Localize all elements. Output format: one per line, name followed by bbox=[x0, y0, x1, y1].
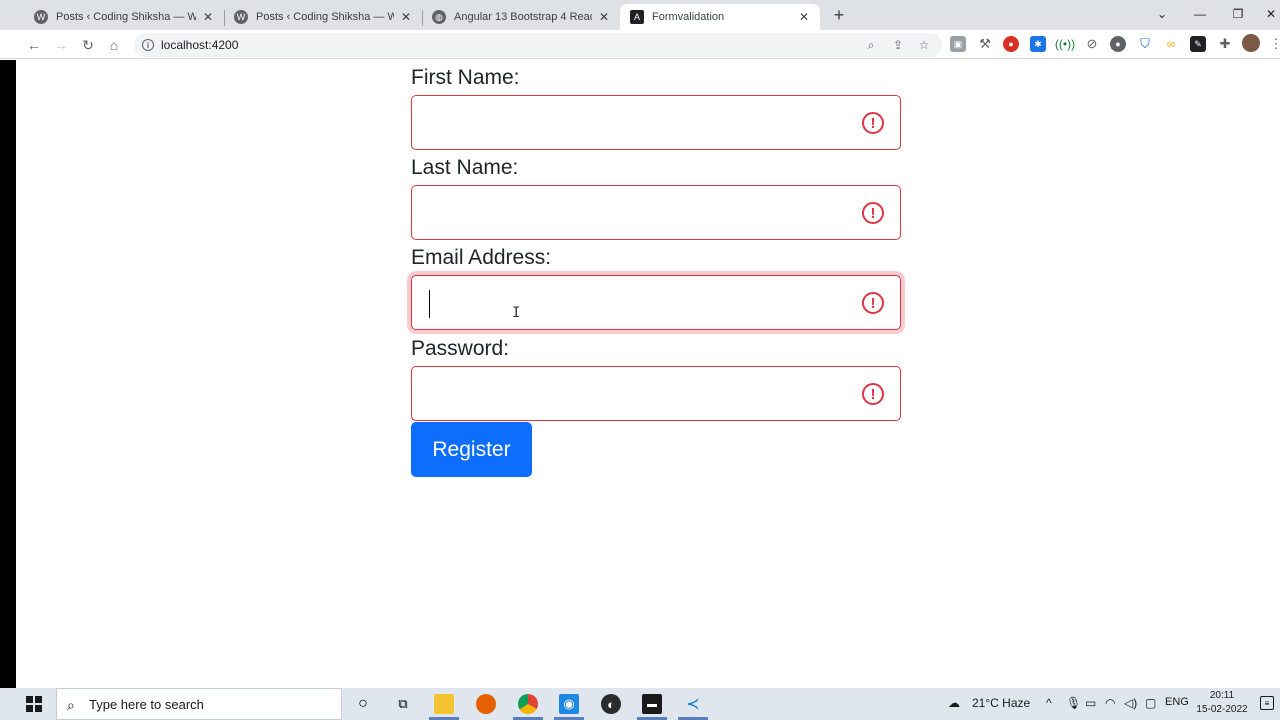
cortana-icon[interactable]: ○ bbox=[353, 694, 373, 714]
minimize-button[interactable]: — bbox=[1189, 4, 1211, 24]
extension-shield-icon[interactable]: ⛉ bbox=[1137, 36, 1153, 52]
tab-title: Posts ‹ Coding Shiksha — WordPress bbox=[256, 11, 394, 23]
volume-icon[interactable]: ◁) bbox=[1124, 696, 1137, 710]
taskbar-search-box[interactable]: ⌕ Type here to search bbox=[56, 688, 342, 720]
notification-icon[interactable]: ≡ bbox=[1260, 696, 1274, 710]
info-icon[interactable]: i bbox=[142, 39, 154, 51]
menu-dots-icon[interactable]: ⋮ bbox=[1268, 36, 1280, 52]
date-text: 15-02-2022 bbox=[1196, 704, 1248, 715]
first-name-label: First Name: bbox=[411, 66, 520, 89]
last-name-input[interactable]: ! bbox=[411, 185, 901, 240]
text-caret bbox=[429, 290, 430, 318]
extension-grid-icon[interactable]: ✱ bbox=[1030, 36, 1046, 52]
time-text: 20:11 bbox=[1209, 690, 1235, 701]
tab-title: Formvalidation bbox=[652, 11, 725, 23]
angular-icon: A bbox=[630, 10, 644, 24]
reload-icon[interactable]: ↻ bbox=[77, 34, 99, 56]
tab-angular-article[interactable]: ◍ Angular 13 Bootstrap 4 Reactive Forms … bbox=[422, 4, 620, 30]
tab-search-icon[interactable]: ⌄ bbox=[1151, 4, 1173, 24]
bookmark-star-icon[interactable]: ☆ bbox=[916, 37, 932, 53]
weather-text[interactable]: 21°C Haze bbox=[972, 696, 1030, 710]
tab-posts-1[interactable]: W Posts ‹ Coding Shiksha — WordPress ✕ bbox=[24, 4, 224, 30]
taskbar-search-placeholder: Type here to search bbox=[89, 697, 204, 712]
task-view-icon[interactable]: ⧉ bbox=[393, 694, 413, 714]
taskbar: ⌕ Type here to search ○ ⧉ ◉ ◐ ▬ ≺ ☁ 21°C… bbox=[0, 688, 1280, 720]
tab-formvalidation[interactable]: A Formvalidation ✕ bbox=[620, 4, 820, 30]
weather-icon[interactable]: ☁ bbox=[948, 696, 960, 710]
search-icon: ⌕ bbox=[67, 697, 75, 713]
extension-block-icon[interactable]: ⊘ bbox=[1084, 36, 1100, 52]
address-bar[interactable]: i localhost:4200 ⌕ ⇪ ☆ bbox=[134, 33, 942, 57]
firefox-icon[interactable] bbox=[476, 694, 496, 714]
vscode-icon[interactable]: ≺ bbox=[683, 694, 703, 714]
error-exclamation-icon: ! bbox=[862, 112, 884, 134]
error-exclamation-icon: ! bbox=[862, 202, 884, 224]
restore-button[interactable]: ❐ bbox=[1227, 4, 1249, 24]
terminal-icon[interactable]: ▬ bbox=[642, 694, 662, 714]
microphone-icon[interactable]: 🎙 bbox=[1066, 696, 1081, 710]
close-icon[interactable]: ✕ bbox=[596, 9, 612, 25]
share-icon[interactable]: ⇪ bbox=[890, 37, 906, 53]
globe-icon: ◍ bbox=[432, 10, 446, 24]
network-icon[interactable]: ▢ bbox=[1145, 696, 1156, 710]
wordpress-icon: W bbox=[234, 10, 248, 24]
windows-start-icon[interactable] bbox=[26, 696, 42, 712]
last-name-label: Last Name: bbox=[411, 156, 519, 179]
close-icon[interactable]: ✕ bbox=[398, 9, 414, 25]
zoom-icon[interactable]: ⌕ bbox=[863, 37, 879, 53]
close-icon[interactable]: ✕ bbox=[200, 9, 216, 25]
email-label: Email Address: bbox=[411, 246, 552, 269]
new-tab-button[interactable]: + bbox=[829, 5, 849, 25]
extension-stop-icon[interactable]: ● bbox=[1003, 36, 1019, 52]
password-input[interactable]: ! bbox=[411, 366, 901, 421]
password-label: Password: bbox=[411, 337, 510, 360]
close-icon[interactable]: ✕ bbox=[796, 9, 812, 25]
tab-posts-2[interactable]: W Posts ‹ Coding Shiksha — WordPress ✕ bbox=[224, 4, 422, 30]
screen: W Posts ‹ Coding Shiksha — WordPress ✕ W… bbox=[0, 0, 1280, 720]
battery-icon[interactable]: ▭ bbox=[1085, 696, 1096, 710]
extension-signal-icon[interactable]: ((•)) bbox=[1055, 36, 1075, 52]
app-blue-icon[interactable]: ◉ bbox=[559, 694, 579, 714]
wordpress-icon: W bbox=[34, 10, 48, 24]
url-text: localhost:4200 bbox=[161, 38, 239, 52]
extension-tools-icon[interactable]: ⚒ bbox=[977, 36, 993, 52]
extension-pen-icon[interactable]: ✎ bbox=[1190, 36, 1206, 52]
left-edge bbox=[0, 60, 16, 688]
chevron-up-icon[interactable]: ^ bbox=[1046, 696, 1052, 710]
first-name-input[interactable]: ! bbox=[411, 95, 901, 150]
close-window-button[interactable]: ✕ bbox=[1260, 4, 1280, 24]
email-input[interactable]: I ! bbox=[411, 275, 901, 330]
page-content: First Name: ! Last Name: ! Email Address… bbox=[16, 60, 1280, 688]
extensions-puzzle-icon[interactable]: ✚ bbox=[1217, 36, 1233, 52]
register-button[interactable]: Register bbox=[411, 422, 532, 477]
extension-link-icon[interactable]: ∞ bbox=[1163, 36, 1179, 52]
obs-icon[interactable]: ◐ bbox=[601, 694, 621, 714]
file-explorer-icon[interactable] bbox=[434, 694, 454, 714]
home-icon[interactable]: ⌂ bbox=[103, 34, 125, 56]
ibeam-cursor-icon: I bbox=[512, 305, 521, 321]
forward-icon[interactable]: → bbox=[50, 34, 72, 56]
tab-title: Posts ‹ Coding Shiksha — WordPress bbox=[56, 11, 196, 23]
profile-avatar[interactable] bbox=[1242, 34, 1260, 52]
language-indicator[interactable]: ENG bbox=[1165, 696, 1189, 708]
tab-strip: W Posts ‹ Coding Shiksha — WordPress ✕ W… bbox=[0, 0, 1280, 30]
tab-title: Angular 13 Bootstrap 4 Reactive Forms bbox=[454, 11, 592, 23]
extension-icon[interactable]: ▣ bbox=[950, 36, 966, 52]
wifi-icon[interactable]: ◠ bbox=[1105, 696, 1115, 710]
chrome-icon[interactable] bbox=[518, 694, 538, 714]
back-icon[interactable]: ← bbox=[23, 34, 45, 56]
clock[interactable]: 20:11 15-02-2022 bbox=[1194, 689, 1250, 717]
error-exclamation-icon: ! bbox=[862, 292, 884, 314]
extension-circle-icon[interactable]: ● bbox=[1110, 36, 1126, 52]
error-exclamation-icon: ! bbox=[862, 383, 884, 405]
